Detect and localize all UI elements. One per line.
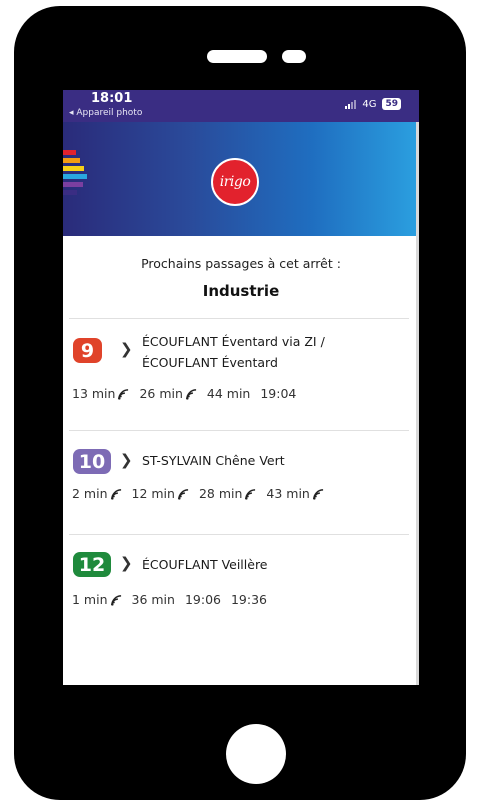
realtime-signal-icon	[186, 388, 197, 400]
time-label: 19:06	[184, 592, 221, 607]
time-label: 26 min	[139, 386, 183, 401]
back-to-app-link[interactable]: ◂ Appareil photo	[69, 108, 142, 118]
network-type: 4G	[362, 98, 377, 110]
departure-time: 19:04	[260, 386, 296, 401]
header-banner: irigo	[63, 122, 419, 236]
destination-line: ST-SYLVAIN Chêne Vert	[142, 453, 285, 468]
departure-time: 19:06	[185, 592, 221, 607]
departure-time: 13 min	[72, 386, 129, 401]
realtime-signal-icon	[110, 594, 122, 606]
brand-stripe	[63, 190, 77, 195]
stop-name: Industrie	[202, 282, 280, 300]
status-time: 18:01	[91, 91, 133, 106]
destination-line: ÉCOUFLANT Éventard via ZI /	[142, 334, 325, 349]
chevron-right-icon: ❯	[120, 554, 133, 572]
irigo-logo: irigo	[211, 158, 259, 206]
scrollbar[interactable]	[416, 122, 419, 685]
time-label: 13 min	[72, 386, 116, 401]
phone-camera	[282, 50, 306, 63]
divider	[69, 318, 409, 319]
departure-time: 44 min	[207, 386, 250, 401]
realtime-signal-icon	[245, 488, 256, 500]
departure-time: 36 min	[132, 592, 175, 607]
departure-times: 2 min 12 min 28 min 43 min	[72, 486, 334, 501]
home-button[interactable]	[226, 724, 286, 784]
chevron-right-icon: ❯	[120, 340, 133, 358]
line-badge-12: 12	[73, 552, 111, 577]
time-label: 28 min	[198, 486, 243, 501]
line-destination: ST-SYLVAIN Chêne Vert	[142, 450, 285, 471]
time-label: 19:04	[260, 386, 297, 401]
brand-stripe	[63, 166, 84, 171]
realtime-signal-icon	[178, 488, 189, 500]
time-label: 44 min	[206, 386, 251, 401]
realtime-signal-icon	[313, 488, 324, 500]
time-label: 12 min	[131, 486, 175, 501]
departure-time: 19:36	[231, 592, 267, 607]
departure-time: 1 min	[72, 592, 122, 607]
battery-icon: 59	[382, 98, 401, 110]
departure-time: 26 min	[139, 386, 197, 401]
departure-time: 28 min	[199, 486, 256, 501]
divider	[69, 534, 409, 535]
phone-speaker	[207, 50, 267, 63]
departure-time: 12 min	[132, 486, 189, 501]
time-label: 19:36	[230, 592, 268, 607]
line-badge-9: 9	[73, 338, 102, 363]
departure-time: 43 min	[266, 486, 324, 501]
departure-times: 1 min 36 min 19:06 19:36	[72, 592, 277, 607]
destination-line: ÉCOUFLANT Veillère	[142, 557, 268, 572]
departure-time: 2 min	[72, 486, 122, 501]
cellular-signal-icon	[345, 99, 357, 109]
divider	[69, 430, 409, 431]
phone-screen: 18:01 ◂ Appareil photo 4G 59 irigo Proch…	[63, 90, 419, 685]
line-badge-10: 10	[73, 449, 111, 474]
destination-line: ÉCOUFLANT Éventard	[142, 355, 278, 370]
departure-times: 13 min 26 min 44 min 19:04	[72, 386, 306, 401]
chevron-right-icon: ❯	[120, 451, 133, 469]
brand-stripe	[63, 182, 83, 187]
brand-stripe	[63, 158, 80, 163]
time-label: 36 min	[131, 592, 175, 607]
line-destination: ÉCOUFLANT Veillère	[142, 554, 268, 575]
status-indicators: 4G 59	[345, 98, 401, 110]
line-destination: ÉCOUFLANT Éventard via ZI / ÉCOUFLANT Év…	[142, 331, 325, 373]
realtime-signal-icon	[118, 388, 129, 400]
realtime-signal-icon	[110, 488, 122, 500]
brand-stripe	[63, 174, 87, 179]
page-subtitle: Prochains passages à cet arrêt :	[141, 256, 341, 271]
brand-stripe	[63, 150, 76, 155]
time-label: 2 min	[72, 486, 108, 501]
time-label: 1 min	[72, 592, 108, 607]
logo-text: irigo	[219, 174, 251, 190]
time-label: 43 min	[266, 486, 310, 501]
status-bar: 18:01 ◂ Appareil photo 4G 59	[63, 90, 419, 122]
